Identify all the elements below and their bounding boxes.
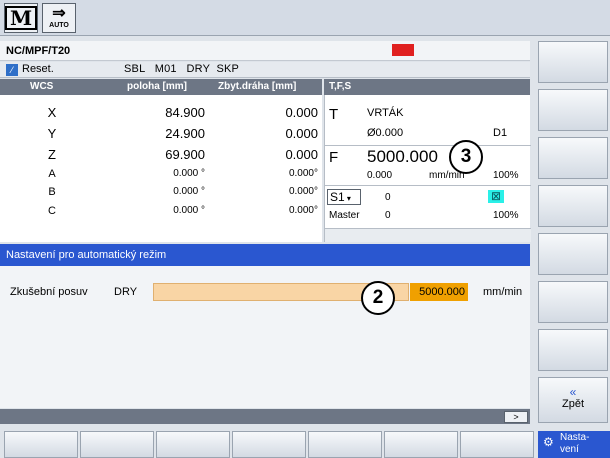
axis-distance: 0.000 [285, 126, 318, 141]
tfs-footer [325, 229, 531, 242]
feed-actual: 0.000 [367, 170, 393, 181]
dry-run-feed-input[interactable]: 5000.000 [410, 283, 468, 301]
spindle-stop-icon: ⊠ [488, 190, 504, 203]
axis-distance: 0.000° [288, 205, 318, 216]
dry-run-label: Zkušební posuv [10, 286, 88, 298]
horizontal-softkey-2[interactable] [80, 431, 154, 458]
auto-mode-label: AUTO [49, 22, 69, 29]
spindle-label: S1 [330, 190, 345, 204]
vertical-softkey-6[interactable] [538, 281, 608, 323]
back-arrow-icon: « [569, 385, 577, 399]
axis-distance: 0.000 [285, 105, 318, 120]
auto-arrow-icon: ⇒ [52, 5, 66, 22]
axis-distance: 0.000° [288, 168, 318, 179]
auto-mode-icon[interactable]: ⇒ AUTO [42, 3, 76, 33]
horizontal-softkey-6[interactable] [384, 431, 458, 458]
top-bar [0, 0, 610, 36]
wcs-header-axis: WCS [30, 81, 54, 92]
callout-2: 2 [361, 281, 395, 315]
tool-diameter: Ø0.000 [367, 127, 404, 139]
settings-icon: ⚙ [543, 435, 554, 449]
axis-position: 24.900 [165, 126, 205, 141]
wcs-row-c: C 0.000 ° 0.000° [0, 205, 322, 225]
spindle-value: 0 [385, 192, 391, 203]
horizontal-scroll-row [0, 409, 530, 424]
horizontal-softkey-4[interactable] [232, 431, 306, 458]
machine-mode-icon[interactable]: M [4, 3, 38, 33]
settings-label: Nasta- vení [560, 432, 590, 455]
spindle-override: 100% [493, 210, 519, 221]
wcs-row-z: Z 69.900 0.000 [0, 147, 322, 167]
wcs-row-b: B 0.000 ° 0.000° [0, 186, 322, 206]
dry-run-unit: mm/min [483, 286, 523, 298]
tfs-panel: T VRTÁK Ø0.000 D1 F 5000.000 0.000 mm/mi… [324, 95, 531, 242]
settings-softkey[interactable]: ⚙ Nasta- vení [538, 431, 610, 458]
axis-name: C [48, 205, 56, 217]
vertical-softkey-5[interactable] [538, 233, 608, 275]
tfs-divider [325, 145, 531, 146]
vertical-softkey-4[interactable] [538, 185, 608, 227]
tool-edge: D1 [493, 127, 508, 139]
axis-position: 84.900 [165, 105, 205, 120]
wcs-row-y: Y 24.900 0.000 [0, 126, 322, 146]
tfs-divider [325, 185, 531, 186]
feed-letter: F [329, 149, 339, 166]
callout-3: 3 [449, 140, 483, 174]
axis-name: B [48, 186, 56, 198]
back-softkey[interactable]: « Zpět [538, 377, 608, 423]
axis-position: 0.000 ° [173, 205, 205, 216]
vertical-softkey-1[interactable] [538, 41, 608, 83]
tfs-header: T,F,S [324, 79, 530, 95]
program-path: NC/MPF/T20 [0, 41, 530, 61]
tool-letter: T [329, 106, 339, 123]
axis-position: 69.900 [165, 147, 205, 162]
tool-name: VRTÁK [367, 107, 404, 119]
horizontal-softkey-3[interactable] [156, 431, 230, 458]
alarm-status-indicator [392, 44, 414, 56]
wcs-header: WCS poloha [mm] Zbyt.dráha [mm] [0, 79, 322, 95]
wcs-row-a: A 0.000 ° 0.000° [0, 168, 322, 188]
axis-position: 0.000 ° [173, 186, 205, 197]
back-label: Zpět [561, 398, 584, 410]
axis-name: Y [47, 126, 57, 141]
feed-value: 5000.000 [367, 147, 438, 166]
section-header: Nastavení pro automatický režim [0, 244, 530, 266]
wcs-header-distance: Zbyt.dráha [mm] [218, 81, 297, 92]
scroll-right-button[interactable]: > [504, 411, 528, 423]
axis-name: X [47, 105, 57, 120]
axis-position: 0.000 ° [173, 168, 205, 179]
wcs-header-position: poloha [mm] [127, 81, 187, 92]
horizontal-softkey-7[interactable] [460, 431, 534, 458]
dry-run-code: DRY [114, 286, 138, 298]
vertical-softkey-7[interactable] [538, 329, 608, 371]
axis-name: Z [48, 147, 56, 162]
axis-distance: 0.000° [288, 186, 318, 197]
wcs-row-x: X 84.900 0.000 [0, 105, 322, 125]
spindle-master-value: 0 [385, 210, 391, 221]
spindle-master-label: Master [329, 210, 360, 221]
axis-name: A [48, 168, 56, 180]
horizontal-softkey-5[interactable] [308, 431, 382, 458]
vertical-softkey-2[interactable] [538, 89, 608, 131]
feed-override: 100% [493, 170, 519, 181]
channel-status-row: ⁄ Reset. SBL M01 DRY SKP [0, 62, 530, 78]
machine-mode-label: M [4, 6, 38, 30]
reset-status-icon: ⁄ [6, 64, 18, 76]
vertical-softkey-3[interactable] [538, 137, 608, 179]
chevron-down-icon: ▾ [344, 194, 351, 203]
horizontal-softkey-1[interactable] [4, 431, 78, 458]
axis-distance: 0.000 [285, 147, 318, 162]
program-modifiers: SBL M01 DRY SKP [124, 63, 240, 75]
reset-status-label: Reset. [22, 63, 54, 75]
spindle-select[interactable]: S1 ▾ [327, 189, 361, 205]
